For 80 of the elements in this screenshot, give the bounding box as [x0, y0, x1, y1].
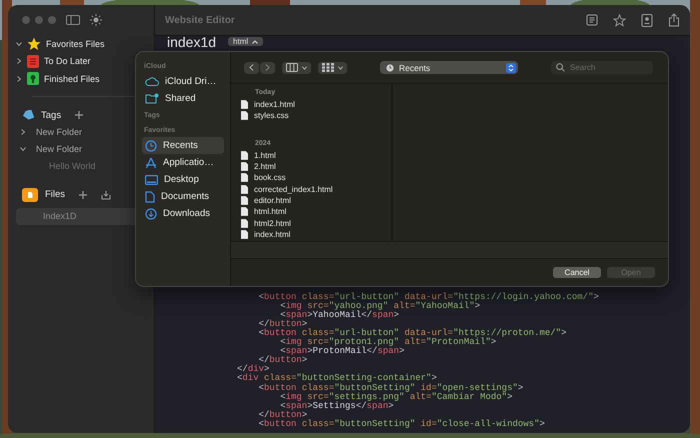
file-row[interactable]: editor.html	[241, 194, 391, 206]
sidebar-item[interactable]: Documents	[142, 188, 224, 205]
code-line: </button>	[258, 320, 308, 329]
file-row[interactable]: styles.css	[241, 110, 391, 122]
back-button[interactable]	[244, 62, 259, 74]
document-badge-icon[interactable]	[641, 14, 653, 26]
import-icon[interactable]	[101, 190, 112, 200]
chevron-icon[interactable]	[16, 58, 22, 64]
clock-icon	[145, 140, 157, 152]
sidebar-toggle-icon[interactable]	[66, 15, 80, 25]
caret-icon	[252, 40, 258, 44]
file-row[interactable]: 2.html	[241, 160, 391, 172]
file-row[interactable]: index1.html	[241, 99, 391, 110]
caret-icon	[338, 66, 343, 70]
caret-icon	[302, 66, 307, 70]
location-popup[interactable]: Recents	[380, 61, 518, 74]
column-view-button[interactable]	[282, 62, 311, 74]
file-row[interactable]: index.html	[241, 228, 391, 240]
sun-icon[interactable]	[90, 14, 102, 26]
code-line: </div>	[237, 365, 270, 374]
download-icon	[145, 208, 157, 220]
sidebar-item[interactable]: Desktop	[142, 171, 224, 188]
document-icon	[145, 190, 155, 202]
sidebar-item[interactable]: Recents	[142, 137, 224, 154]
stepper-icon	[506, 62, 516, 72]
cloud-icon	[145, 77, 159, 86]
sidebar-item[interactable]: iCloud Dri…	[142, 73, 224, 90]
sidebar-group[interactable]: Favorites Files	[46, 38, 105, 49]
code-line: <button class="url-button" data-url="https://login.yahoo.com/">	[258, 292, 600, 302]
code-line: <img src="proton1.png" alt="ProtonMail">	[279, 338, 498, 348]
file-row[interactable]: corrected_index1.html	[241, 183, 391, 195]
sidebar-item[interactable]: Applicatio…	[142, 154, 224, 171]
code-line: <button class="buttonSetting" id="close-all-windows">	[258, 420, 546, 429]
section-title: Files	[45, 189, 66, 200]
code-line: <img src="yahoo.png" alt="YahooMail">	[279, 302, 480, 311]
shared-folder-icon	[145, 93, 159, 104]
chevron-right-icon	[265, 64, 270, 71]
file-icon	[22, 188, 38, 202]
code-line: </button>	[258, 410, 308, 420]
folder-item[interactable]: New Folder	[36, 144, 82, 154]
code-line: <img src="settings.png" alt="Cambiar Modo">	[279, 392, 512, 402]
sidebar-group[interactable]: Finished Files	[44, 74, 100, 84]
columns-icon	[286, 63, 298, 72]
code-line: <div class="buttonSetting-container">	[237, 374, 438, 384]
cancel-button[interactable]: Cancel	[553, 267, 601, 278]
document-title: index1d	[167, 36, 216, 49]
share-icon[interactable]	[668, 13, 680, 27]
code-line: <span>ProtonMail</span>	[280, 347, 406, 356]
grid-view-button[interactable]	[318, 62, 347, 74]
grid-icon	[322, 63, 334, 72]
language-picker[interactable]: html	[228, 37, 264, 46]
forward-button[interactable]	[260, 62, 275, 74]
add-icon[interactable]	[78, 190, 88, 200]
book-icon[interactable]	[586, 14, 598, 26]
tag-icon	[22, 110, 34, 120]
chevron-icon[interactable]	[16, 40, 22, 47]
window-title: Website Editor	[165, 14, 235, 26]
file-row[interactable]: 1.html	[241, 150, 391, 161]
chevron-left-icon	[249, 64, 254, 71]
search-field[interactable]: Search	[551, 61, 653, 74]
apps-icon	[145, 156, 157, 168]
add-icon[interactable]	[74, 110, 84, 120]
chevron-icon[interactable]	[20, 146, 26, 152]
chevron-icon[interactable]	[16, 76, 22, 82]
file-row[interactable]: book.css	[241, 172, 391, 184]
clock-icon	[386, 64, 394, 72]
section-title: Tags	[41, 110, 62, 120]
file-row[interactable]: html.html	[241, 206, 391, 218]
folder-item[interactable]: New Folder	[36, 127, 82, 137]
desktop-icon	[145, 174, 158, 184]
sidebar-group[interactable]: To Do Later	[44, 56, 91, 66]
star-outline-icon[interactable]	[613, 14, 626, 26]
file-row[interactable]: html2.html	[241, 217, 391, 229]
code-line: </button>	[258, 356, 308, 366]
code-line: <button class="buttonSetting" id="open-settings">	[258, 384, 524, 393]
code-line: <span>YahooMail</span>	[280, 310, 400, 320]
sidebar-item[interactable]: Shared	[142, 90, 224, 107]
chevron-icon[interactable]	[20, 129, 26, 135]
code-line: <span>Settings</span>	[280, 402, 394, 411]
code-line: <button class="url-button" data-url="https://proton.me/">	[258, 328, 568, 338]
